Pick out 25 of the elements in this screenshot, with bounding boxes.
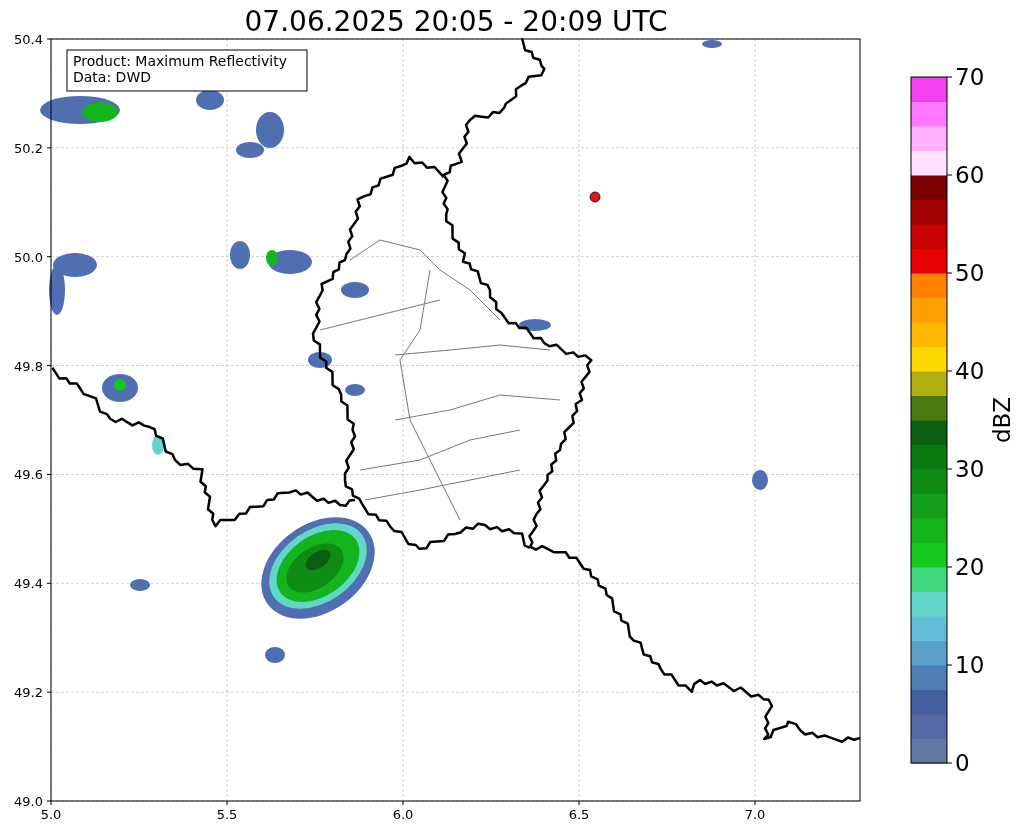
y-tick-label: 49.2 [14,685,43,701]
info-text: Product: Maximum Reflectivity [73,53,287,69]
y-tick-label: 49.8 [14,358,43,374]
y-tick-label: 49.0 [14,794,43,809]
info-text: Data: DWD [73,69,151,85]
y-tick-label: 49.6 [14,467,43,483]
x-tick-label: 5.0 [40,807,62,822]
colorbar-label: dBZ [989,396,1015,444]
colorbar-tick-label: 60 [955,162,985,188]
y-tick-label: 50.4 [14,32,43,47]
colorbar-tick-label: 10 [955,652,985,678]
y-tick-label: 49.4 [14,576,43,592]
colorbar-tick-label: 0 [955,750,970,776]
x-tick-label: 6.0 [392,807,414,822]
colorbar-tick-label: 30 [955,456,985,482]
colorbar-tick-label: 50 [955,260,985,286]
chart-title: 07.06.2025 20:05 - 20:09 UTC [244,5,668,38]
x-tick-label: 7.0 [744,807,766,822]
y-tick-label: 50.2 [14,140,43,156]
colorbar-tick-label: 40 [955,358,985,384]
x-tick-label: 6.5 [568,807,590,822]
colorbar-tick-label: 70 [955,64,985,90]
colorbar-tick-label: 20 [955,554,985,580]
y-tick-label: 50.0 [14,249,43,265]
x-tick-label: 5.5 [216,807,238,822]
